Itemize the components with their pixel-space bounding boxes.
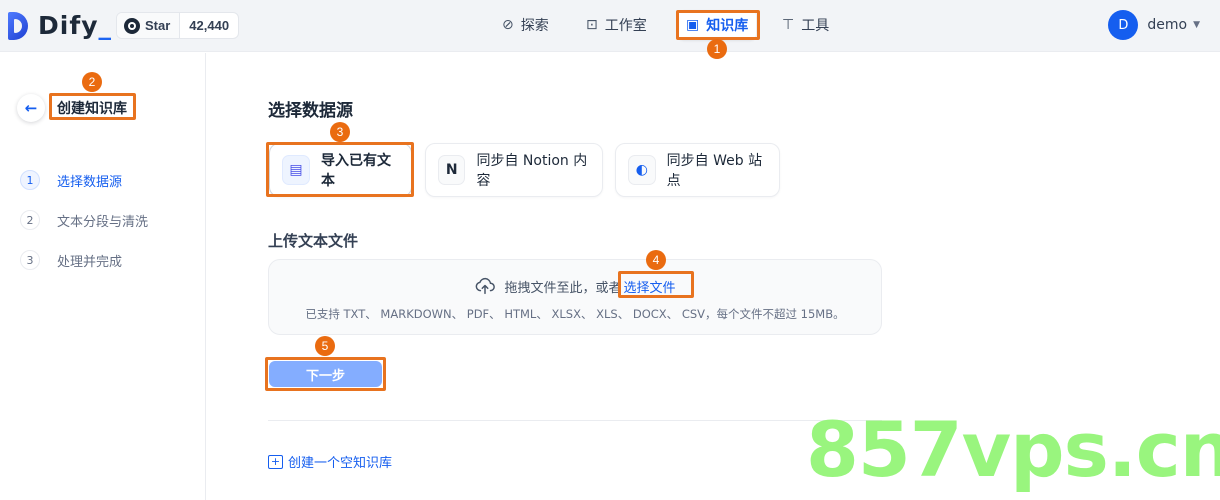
create-empty-label: 创建一个空知识库	[288, 456, 393, 471]
github-star-button[interactable]: Star 42,440	[116, 12, 240, 39]
source-label: 导入已有文本	[321, 153, 391, 189]
step-number: 1	[20, 170, 40, 190]
nav-studio-label: 工作室	[604, 18, 647, 34]
source-label: 同步自 Notion 内容	[476, 153, 588, 189]
nav-explore[interactable]: ⊘ 探索	[494, 10, 557, 40]
star-label: Star	[145, 18, 171, 33]
step-label: 文本分段与清洗	[57, 214, 149, 230]
step-label: 处理并完成	[57, 254, 123, 270]
sidebar-title: 创建知识库	[57, 101, 127, 117]
back-button[interactable]: ←	[17, 94, 45, 122]
logo-mark-icon	[8, 10, 32, 40]
nav-tools-label: 工具	[801, 18, 830, 34]
web-icon: ◐	[628, 155, 656, 185]
folder-plus-icon: +	[268, 454, 283, 469]
arrow-left-icon: ←	[24, 99, 38, 117]
choose-file-link[interactable]: 选择文件	[624, 277, 676, 296]
upload-title: 上传文本文件	[268, 232, 359, 250]
annotation-badge-2: 2	[82, 72, 102, 92]
github-icon	[124, 17, 140, 34]
supported-formats: 已支持 TXT、 MARKDOWN、 PDF、 HTML、 XLSX、 XLS、…	[305, 307, 845, 321]
star-count: 42,440	[189, 18, 230, 33]
annotation-badge-3: 3	[330, 122, 350, 142]
nav-studio[interactable]: ⊡ 工作室	[578, 10, 655, 40]
next-step-button[interactable]: 下一步	[269, 361, 382, 387]
step-process-finish: 3 处理并完成	[20, 250, 122, 270]
book-icon: ▣	[686, 17, 700, 33]
annotation-badge-5: 5	[315, 336, 335, 356]
source-notion[interactable]: N 同步自 Notion 内容	[425, 143, 603, 197]
watermark-text: 857vps.cn	[806, 405, 1220, 494]
step-select-source: 1 选择数据源	[20, 170, 122, 190]
page-title: 选择数据源	[268, 101, 353, 121]
step-number: 3	[20, 250, 40, 270]
step-number: 2	[20, 210, 40, 230]
nav-explore-label: 探索	[520, 18, 549, 34]
nav-datasets-label: 知识库	[706, 18, 749, 34]
logo-text: Dify_	[38, 10, 112, 40]
create-empty-dataset-link[interactable]: + 创建一个空知识库	[268, 452, 392, 471]
sidebar: ← 创建知识库 1 选择数据源 2 文本分段与清洗 3 处理并完成	[0, 53, 206, 500]
source-import-text[interactable]: ▤ 导入已有文本	[269, 143, 412, 197]
step-segment-clean: 2 文本分段与清洗	[20, 210, 148, 230]
divider	[268, 420, 882, 421]
nav-datasets[interactable]: ▣ 知识库	[678, 10, 757, 40]
dify-logo[interactable]: Dify_	[8, 10, 112, 40]
compass-icon: ⊘	[502, 17, 514, 33]
robot-icon: ⊡	[586, 17, 598, 33]
annotation-badge-1: 1	[707, 39, 727, 59]
source-web[interactable]: ◐ 同步自 Web 站点	[615, 143, 780, 197]
nav-tools[interactable]: ⊤ 工具	[774, 10, 837, 40]
annotation-badge-4: 4	[646, 250, 666, 270]
source-label: 同步自 Web 站点	[666, 153, 763, 189]
hammer-icon: ⊤	[782, 17, 795, 33]
avatar: D	[1108, 10, 1139, 40]
notion-icon: N	[438, 155, 466, 185]
user-menu[interactable]: D demo ▼	[1108, 10, 1200, 40]
file-icon: ▤	[282, 155, 310, 185]
user-name: demo	[1147, 17, 1188, 33]
drag-hint: 拖拽文件至此，或者	[504, 280, 622, 296]
file-dropzone[interactable]: 拖拽文件至此，或者 选择文件 已支持 TXT、 MARKDOWN、 PDF、 H…	[268, 259, 882, 335]
top-bar: Dify_ Star 42,440 ⊘ 探索 ⊡ 工作室 ▣ 知识库 ⊤ 工具 …	[0, 0, 1220, 52]
step-label: 选择数据源	[57, 174, 123, 190]
upload-cloud-icon	[476, 277, 496, 295]
chevron-down-icon: ▼	[1193, 20, 1200, 30]
